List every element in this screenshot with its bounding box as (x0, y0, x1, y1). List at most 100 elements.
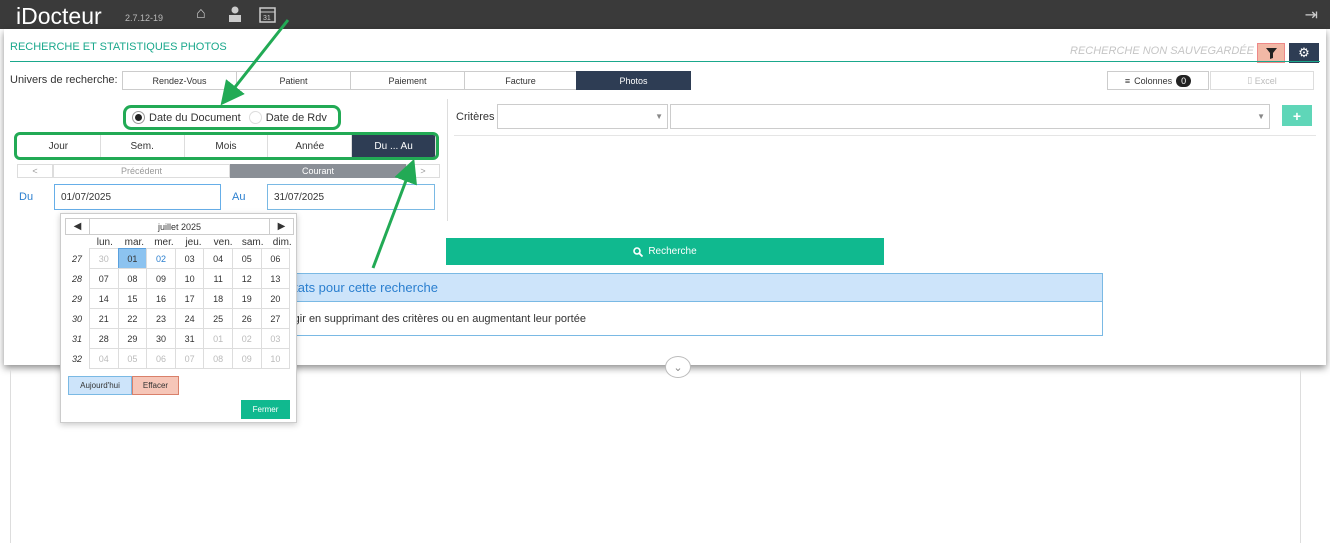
calendar-day[interactable]: 01 (203, 328, 233, 349)
home-icon[interactable]: ⌂ (196, 5, 206, 23)
period-tab-annee[interactable]: Année (268, 135, 353, 157)
calendar-day[interactable]: 30 (146, 328, 176, 349)
calendar-day[interactable]: 24 (174, 308, 205, 329)
prev-month-button[interactable]: ◀ (65, 218, 90, 235)
week-number: 31 (71, 334, 82, 344)
tab-paiement[interactable]: Paiement (350, 71, 465, 90)
app-logo: iDocteur (16, 3, 102, 29)
weekday-label: ven. (213, 237, 233, 248)
calendar-day[interactable]: 12 (231, 268, 262, 289)
calendar-day[interactable]: 22 (117, 308, 148, 329)
filter-icon (1265, 47, 1277, 59)
radio-date-document[interactable]: Date du Document (132, 111, 241, 124)
prev-arrow-button[interactable]: < (17, 164, 53, 178)
criteria-field-select[interactable]: ▼ (497, 104, 668, 129)
calendar-day[interactable]: 29 (117, 328, 148, 349)
datepicker-week-row: 29 14 15 16 17 18 19 20 (64, 288, 297, 309)
calendar-day[interactable]: 10 (174, 268, 205, 289)
calendar-day[interactable]: 27 (260, 308, 291, 329)
calendar-day[interactable]: 11 (203, 268, 233, 289)
week-number: 28 (71, 274, 82, 284)
calendar-day[interactable]: 26 (231, 308, 262, 329)
search-label: Recherche (648, 246, 697, 257)
calendar-day[interactable]: 05 (117, 348, 148, 369)
calendar-icon[interactable]: 31 (259, 5, 276, 28)
radio-date-rdv[interactable]: Date de Rdv (248, 111, 327, 124)
datepicker-grid: 27 30 01 02 03 04 05 06 28 07 08 09 10 11 12 13 29 14 15 16… (64, 248, 297, 369)
tab-patient[interactable]: Patient (236, 71, 351, 90)
calendar-day[interactable]: 09 (146, 268, 176, 289)
period-tab-du-au[interactable]: Du ... Au (352, 135, 436, 157)
period-tab-jour[interactable]: Jour (17, 135, 101, 157)
calendar-day[interactable]: 08 (117, 268, 148, 289)
calendar-day[interactable]: 14 (89, 288, 119, 309)
results-message: ultats pour cette recherche rgir en supp… (281, 273, 1103, 336)
calendar-day[interactable]: 20 (260, 288, 291, 309)
tab-rendez-vous[interactable]: Rendez-Vous (122, 71, 237, 90)
calendar-day[interactable]: 03 (260, 328, 291, 349)
next-arrow-button[interactable]: > (406, 164, 440, 178)
calendar-day[interactable]: 04 (203, 248, 233, 269)
calendar-day[interactable]: 16 (146, 288, 176, 309)
datepicker-header: ◀ juillet 2025 ▶ (65, 218, 294, 235)
calendar-day[interactable]: 17 (174, 288, 205, 309)
settings-button[interactable]: ⚙ (1289, 43, 1319, 63)
radio-selected-icon[interactable] (132, 111, 145, 124)
radio-unselected-icon[interactable] (248, 111, 262, 124)
datepicker-month[interactable]: juillet 2025 (90, 218, 269, 235)
calendar-day[interactable]: 07 (89, 268, 119, 289)
calendar-day[interactable]: 03 (174, 248, 205, 269)
calendar-day[interactable]: 19 (231, 288, 262, 309)
calendar-day[interactable]: 15 (117, 288, 148, 309)
tab-facture[interactable]: Facture (464, 71, 577, 90)
weekday-label: mer. (154, 237, 174, 248)
datepicker-week-row: 30 21 22 23 24 25 26 27 (64, 308, 297, 329)
calendar-day[interactable]: 02 (231, 328, 262, 349)
week-number: 29 (71, 294, 82, 304)
criteria-label: Critères (456, 111, 495, 123)
excel-button[interactable]: ▯ Excel (1210, 71, 1314, 90)
calendar-icon-text: 31 (263, 15, 271, 22)
columns-button[interactable]: ≡ Colonnes 0 (1107, 71, 1209, 90)
from-date-input[interactable]: 01/07/2025 (54, 184, 221, 210)
calendar-day[interactable]: 23 (146, 308, 176, 329)
calendar-day[interactable]: 05 (231, 248, 262, 269)
criteria-value-select[interactable]: ▼ (670, 104, 1270, 129)
calendar-day[interactable]: 13 (260, 268, 291, 289)
next-month-button[interactable]: ▶ (269, 218, 294, 235)
datepicker-week-row: 31 28 29 30 31 01 02 03 (64, 328, 297, 349)
calendar-day[interactable]: 18 (203, 288, 233, 309)
calendar-day[interactable]: 31 (174, 328, 205, 349)
logout-icon[interactable]: ⇥ (1305, 5, 1318, 25)
datepicker-week-row: 32 04 05 06 07 08 09 10 (64, 348, 297, 369)
calendar-day[interactable]: 08 (203, 348, 233, 369)
tab-photos[interactable]: Photos (576, 71, 691, 90)
to-date-input[interactable]: 31/07/2025 (267, 184, 435, 210)
from-label: Du (19, 191, 34, 203)
clear-button[interactable]: Effacer (132, 376, 179, 395)
calendar-day[interactable]: 09 (231, 348, 262, 369)
filter-button[interactable] (1257, 43, 1285, 63)
period-tab-mois[interactable]: Mois (185, 135, 269, 157)
calendar-day[interactable]: 28 (89, 328, 119, 349)
add-criteria-button[interactable]: + (1282, 105, 1312, 126)
users-icon[interactable] (227, 5, 245, 28)
calendar-day[interactable]: 06 (260, 248, 291, 269)
weekday-label: jeu. (185, 237, 202, 248)
previous-button[interactable]: Précédent (53, 164, 230, 178)
calendar-day[interactable]: 10 (260, 348, 291, 369)
period-tab-semaine[interactable]: Sem. (101, 135, 185, 157)
current-button[interactable]: Courant (230, 164, 406, 178)
calendar-day[interactable]: 06 (146, 348, 176, 369)
calendar-day[interactable]: 21 (89, 308, 119, 329)
close-button[interactable]: Fermer (241, 400, 290, 419)
date-document-label: Date du Document (149, 111, 241, 124)
calendar-day[interactable]: 02 (146, 248, 176, 269)
calendar-day[interactable]: 07 (174, 348, 205, 369)
search-button[interactable]: Recherche (446, 238, 884, 265)
calendar-day[interactable]: 30 (89, 248, 119, 269)
calendar-day[interactable]: 25 (203, 308, 233, 329)
calendar-day[interactable]: 01 (117, 248, 148, 269)
calendar-day[interactable]: 04 (89, 348, 119, 369)
today-button[interactable]: Aujourd'hui (68, 376, 132, 395)
